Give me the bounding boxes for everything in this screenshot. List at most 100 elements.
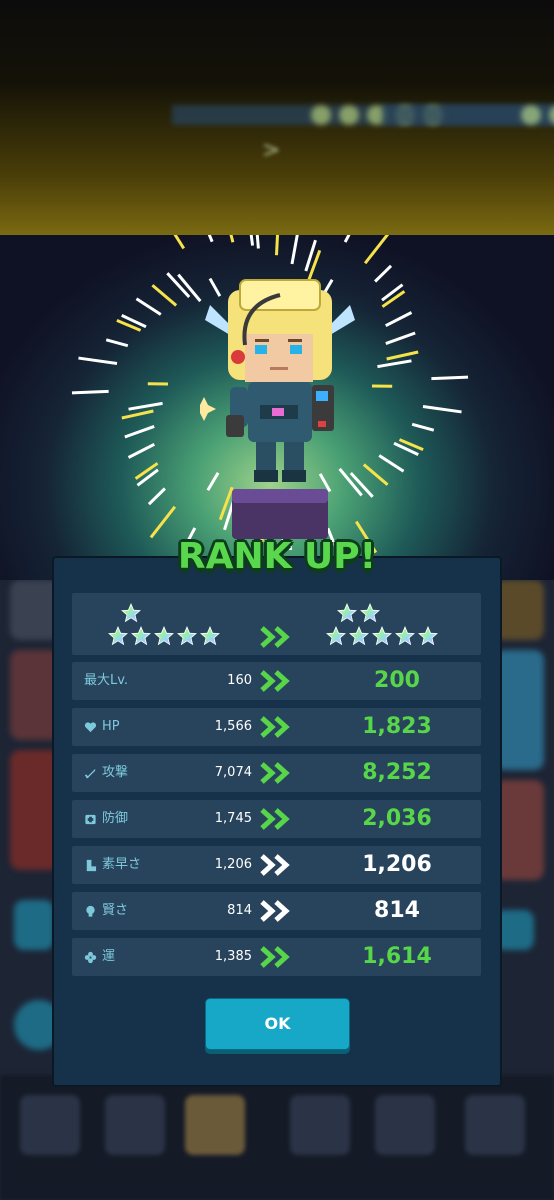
- rank-star-icon: [120, 602, 142, 627]
- burst-ray: [343, 235, 351, 243]
- burst-ray: [411, 422, 435, 432]
- stat-current-value: 1,566: [214, 719, 252, 734]
- burst-ray: [374, 264, 393, 283]
- stat-label-text: 素早さ: [102, 857, 142, 872]
- stat-current-value: 1,385: [214, 949, 252, 964]
- rank-star-icon: [359, 602, 381, 627]
- double-chevron-icon: [260, 808, 290, 830]
- stat-new-value: 1,614: [362, 944, 432, 969]
- stat-label: 最大Lv.: [84, 662, 128, 700]
- stat-row: 素早さ 1,206 1,206: [72, 846, 481, 884]
- rank-star-icon: [107, 625, 129, 650]
- stat-label-text: HP: [102, 719, 120, 734]
- rank-star-icon: [325, 625, 347, 650]
- double-chevron-icon: [260, 900, 290, 922]
- burst-ray: [385, 311, 413, 328]
- stat-label-text: 賢さ: [102, 903, 129, 918]
- double-chevron-icon: [260, 716, 290, 738]
- burst-ray: [78, 356, 118, 365]
- stat-label: 素早さ: [84, 846, 141, 884]
- rank-star-icon: [130, 625, 152, 650]
- burst-ray: [385, 331, 416, 345]
- burst-ray: [274, 235, 280, 256]
- burst-ray: [422, 405, 462, 414]
- bulb-icon: [84, 905, 97, 918]
- stat-new-value: 2,036: [362, 806, 432, 831]
- stat-row: 攻撃 7,074 8,252: [72, 754, 481, 792]
- burst-ray: [149, 505, 177, 539]
- burst-ray: [151, 284, 178, 307]
- next-rank-base-stars: [325, 625, 439, 650]
- burst-ray: [290, 235, 299, 265]
- burst-ray: [128, 401, 163, 411]
- burst-ray: [381, 283, 404, 302]
- stat-label: 防御: [84, 800, 128, 838]
- boot-icon: [84, 859, 97, 872]
- double-chevron-icon: [260, 854, 290, 876]
- stat-current-value: 814: [227, 903, 252, 918]
- rank-star-icon: [371, 625, 393, 650]
- stat-label: HP: [84, 708, 120, 746]
- burst-ray: [136, 468, 159, 487]
- burst-ray: [121, 409, 154, 420]
- stat-new-value: 8,252: [362, 760, 432, 785]
- burst-ray: [362, 463, 389, 486]
- sword-icon: [84, 767, 97, 780]
- rank-star-icon: [153, 625, 175, 650]
- stat-row: HP 1,566 1,823: [72, 708, 481, 746]
- stat-current-value: 160: [227, 673, 252, 688]
- rank-up-title: RANK UP!: [177, 536, 377, 577]
- character-sprite: [200, 279, 355, 482]
- stat-current-value: 1,745: [214, 811, 252, 826]
- rank-banner-blurred: >: [0, 0, 554, 235]
- rank-star-icon: [417, 625, 439, 650]
- burst-ray: [135, 297, 162, 316]
- stat-label-text: 防御: [102, 811, 129, 826]
- burst-ray: [127, 442, 155, 459]
- rank-star-icon: [348, 625, 370, 650]
- stat-new-value: 1,206: [362, 852, 432, 877]
- stat-row: 運 1,385 1,614: [72, 938, 481, 976]
- pedestal: [232, 489, 328, 539]
- stat-new-value: 814: [374, 898, 420, 923]
- shield-icon: [84, 813, 97, 826]
- stat-label: 運: [84, 938, 115, 976]
- burst-ray: [229, 235, 235, 243]
- blurred-arrow-icon: >: [262, 138, 281, 163]
- stat-new-value: 1,823: [362, 714, 432, 739]
- stat-row: 賢さ 814 814: [72, 892, 481, 930]
- rank-star-row: [72, 593, 481, 655]
- double-chevron-icon: [260, 946, 290, 968]
- burst-ray: [207, 235, 214, 243]
- stat-label: 攻撃: [84, 754, 128, 792]
- heart-icon: [84, 721, 97, 734]
- rank-star-icon: [336, 602, 358, 627]
- current-rank-base-stars: [107, 625, 221, 650]
- burst-ray: [249, 235, 255, 246]
- burst-ray: [105, 338, 129, 348]
- rank-star-icon: [199, 625, 221, 650]
- current-rank-top-stars: [120, 602, 142, 627]
- bottom-navigation-blurred: [0, 1075, 554, 1200]
- burst-ray: [255, 235, 260, 249]
- stat-new-value: 200: [374, 668, 420, 693]
- burst-ray: [71, 389, 109, 395]
- burst-ray: [378, 454, 405, 473]
- burst-ray: [363, 235, 390, 265]
- stat-label-text: 攻撃: [102, 765, 129, 780]
- double-chevron-icon: [260, 626, 290, 648]
- burst-ray: [147, 487, 166, 506]
- stat-label-text: 運: [102, 949, 116, 964]
- ok-button[interactable]: OK: [205, 998, 350, 1050]
- burst-ray: [377, 359, 412, 369]
- burst-ray: [431, 375, 469, 381]
- stat-label-text: 最大Lv.: [84, 673, 129, 688]
- burst-ray: [124, 425, 155, 439]
- stat-row: 最大Lv. 160 200: [72, 662, 481, 700]
- stat-label: 賢さ: [84, 892, 128, 930]
- stat-current-value: 7,074: [214, 765, 252, 780]
- rank-star-icon: [394, 625, 416, 650]
- stat-current-value: 1,206: [214, 857, 252, 872]
- burst-ray: [386, 350, 419, 361]
- stat-row: 防御 1,745 2,036: [72, 800, 481, 838]
